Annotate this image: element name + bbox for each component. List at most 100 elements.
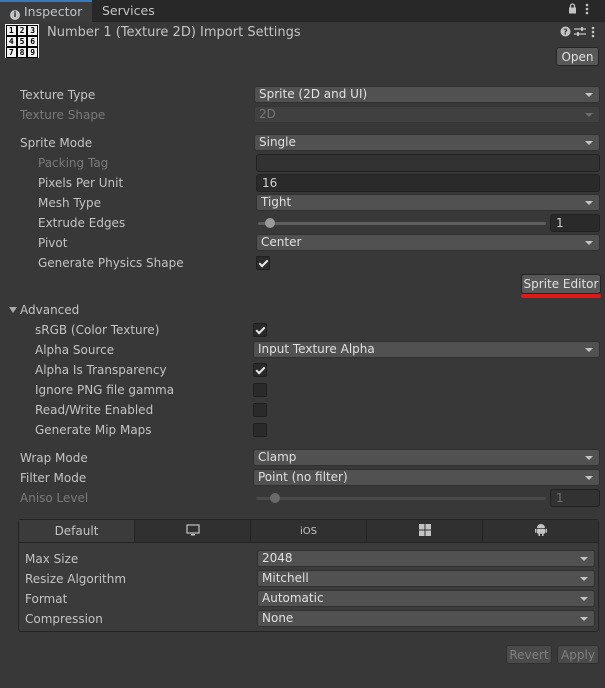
revert-button[interactable]: Revert xyxy=(506,645,552,664)
tab-ios[interactable]: iOS xyxy=(251,520,367,542)
wrap-mode-label: Wrap Mode xyxy=(20,451,88,465)
generate-physics-shape-checkbox[interactable] xyxy=(256,256,270,270)
max-size-dropdown[interactable]: 2048 xyxy=(257,550,595,567)
mip-maps-label: Generate Mip Maps xyxy=(35,423,152,437)
thumbnail-cell: 4 xyxy=(6,36,17,47)
texture-shape-value: 2D xyxy=(259,107,276,121)
ignore-png-gamma-checkbox[interactable] xyxy=(253,383,267,397)
compression-dropdown[interactable]: None xyxy=(257,610,595,627)
extrude-edges-slider-handle[interactable] xyxy=(265,218,275,228)
tab-android[interactable] xyxy=(483,520,598,542)
mesh-type-dropdown[interactable]: Tight xyxy=(256,194,600,211)
filter-mode-label: Filter Mode xyxy=(20,471,87,485)
packing-tag-field xyxy=(256,154,600,172)
read-write-label: Read/Write Enabled xyxy=(35,403,154,417)
compression-value: None xyxy=(262,611,294,625)
texture-type-label: Texture Type xyxy=(20,88,96,102)
chevron-down-icon xyxy=(585,201,593,205)
sprite-mode-dropdown[interactable]: Single xyxy=(254,134,600,151)
tab-services-label: Services xyxy=(102,3,155,18)
pixels-per-unit-field[interactable]: 16 xyxy=(256,174,600,192)
thumbnail-cell: 3 xyxy=(27,25,38,36)
mesh-type-label: Mesh Type xyxy=(38,196,101,210)
aniso-level-slider-track xyxy=(256,497,546,500)
svg-text:?: ? xyxy=(563,28,568,37)
more-options-icon[interactable] xyxy=(585,3,589,18)
tab-default-label: Default xyxy=(54,524,99,538)
wrap-mode-dropdown[interactable]: Clamp xyxy=(253,449,600,466)
filter-mode-value: Point (no filter) xyxy=(258,470,348,484)
apply-button[interactable]: Apply xyxy=(557,645,599,664)
help-icon[interactable]: ? xyxy=(560,26,571,40)
generate-physics-shape-label: Generate Physics Shape xyxy=(38,256,184,270)
texture-shape-dropdown: 2D xyxy=(254,106,600,123)
tab-default[interactable]: Default xyxy=(19,520,135,542)
thumbnail-cell: 2 xyxy=(16,25,28,36)
info-icon: i xyxy=(10,10,20,20)
read-write-checkbox[interactable] xyxy=(253,403,267,417)
tab-inspector-label: Inspector xyxy=(24,4,83,19)
resize-algorithm-value: Mitchell xyxy=(262,571,309,585)
aniso-level-slider-handle xyxy=(270,493,280,503)
tab-windows[interactable] xyxy=(367,520,483,542)
tab-ios-label: iOS xyxy=(300,525,317,537)
sprite-mode-label: Sprite Mode xyxy=(20,136,93,150)
mip-maps-checkbox[interactable] xyxy=(253,423,267,437)
srgb-checkbox[interactable] xyxy=(253,323,267,337)
extrude-edges-field[interactable]: 1 xyxy=(550,214,600,232)
advanced-foldout-label[interactable]: Advanced xyxy=(20,300,79,320)
tab-inspector[interactable]: i Inspector xyxy=(0,0,92,22)
open-button[interactable]: Open xyxy=(556,47,599,66)
chevron-down-icon xyxy=(585,141,593,145)
thumbnail-cell: 1 xyxy=(6,25,17,36)
preset-settings-icon[interactable] xyxy=(574,26,586,40)
tab-standalone[interactable] xyxy=(135,520,251,542)
chevron-down-icon xyxy=(585,348,593,352)
ignore-png-gamma-label: Ignore PNG file gamma xyxy=(35,383,175,397)
texture-shape-label: Texture Shape xyxy=(20,108,106,122)
texture-type-value: Sprite (2D and UI) xyxy=(259,87,368,101)
page-title: Number 1 (Texture 2D) Import Settings xyxy=(47,25,301,40)
thumbnail-cell: 8 xyxy=(16,47,28,58)
extrude-edges-slider-track[interactable] xyxy=(258,222,546,225)
chevron-down-icon xyxy=(585,476,593,480)
max-size-label: Max Size xyxy=(25,552,79,566)
more-options-icon[interactable] xyxy=(591,26,595,41)
windows-icon xyxy=(418,523,431,539)
chevron-down-icon xyxy=(585,93,593,97)
packing-tag-label: Packing Tag xyxy=(38,156,109,170)
max-size-value: 2048 xyxy=(262,551,293,565)
sprite-editor-button[interactable]: Sprite Editor xyxy=(521,274,601,294)
alpha-source-label: Alpha Source xyxy=(35,343,115,357)
chevron-down-icon xyxy=(580,577,588,581)
chevron-down-icon xyxy=(585,241,593,245)
aniso-level-field: 1 xyxy=(550,489,600,507)
chevron-down-icon xyxy=(585,113,593,117)
android-icon xyxy=(534,523,547,539)
aniso-level-label: Aniso Level xyxy=(20,491,89,505)
extrude-edges-label: Extrude Edges xyxy=(38,216,126,230)
thumbnail-cell: 6 xyxy=(27,36,38,47)
mesh-type-value: Tight xyxy=(261,195,292,209)
thumbnail-cell: 5 xyxy=(16,36,28,47)
lock-icon[interactable] xyxy=(568,3,577,17)
pivot-dropdown[interactable]: Center xyxy=(256,234,600,251)
resize-algorithm-label: Resize Algorithm xyxy=(25,572,127,586)
tab-services[interactable]: Services xyxy=(96,0,166,21)
format-value: Automatic xyxy=(262,591,324,605)
texture-type-dropdown[interactable]: Sprite (2D and UI) xyxy=(254,86,600,103)
chevron-down-icon xyxy=(580,597,588,601)
format-label: Format xyxy=(25,592,68,606)
alpha-source-dropdown[interactable]: Input Texture Alpha xyxy=(253,341,600,358)
alpha-is-transparency-label: Alpha Is Transparency xyxy=(35,363,167,377)
pivot-value: Center xyxy=(261,235,302,249)
alpha-is-transparency-checkbox[interactable] xyxy=(253,363,267,377)
pivot-label: Pivot xyxy=(38,236,68,250)
chevron-down-icon xyxy=(580,557,588,561)
resize-algorithm-dropdown[interactable]: Mitchell xyxy=(257,570,595,587)
chevron-down-icon xyxy=(580,617,588,621)
format-dropdown[interactable]: Automatic xyxy=(257,590,595,607)
filter-mode-dropdown[interactable]: Point (no filter) xyxy=(253,469,600,486)
texture-thumbnail: 1 2 3 4 5 6 7 8 9 xyxy=(5,24,39,58)
foldout-arrow-icon[interactable] xyxy=(9,307,17,313)
